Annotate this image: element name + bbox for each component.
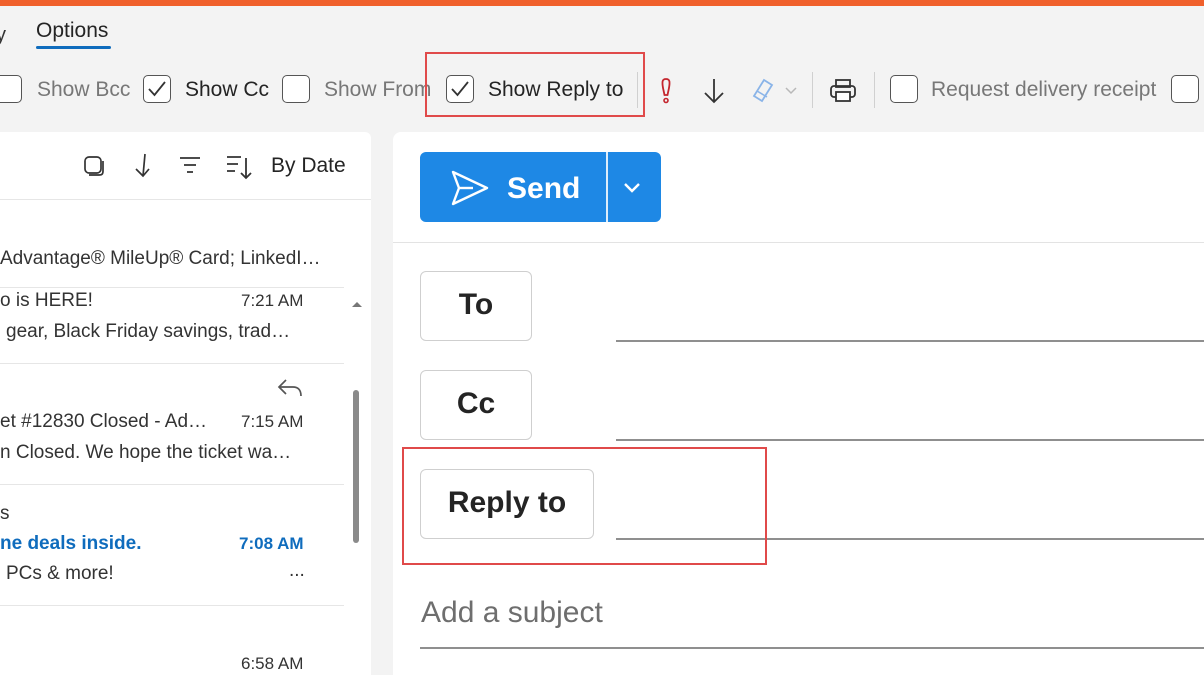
list-item-subject[interactable]: ne deals inside. — [0, 533, 142, 555]
checkmark-icon — [148, 81, 166, 97]
tab-options[interactable]: Options — [36, 19, 108, 43]
list-item-more: ... — [289, 560, 305, 581]
row-divider — [0, 484, 344, 485]
show-cc-label[interactable]: Show Cc — [185, 78, 269, 102]
show-bcc-label[interactable]: Show Bcc — [37, 78, 130, 102]
show-from-label[interactable]: Show From — [324, 78, 431, 102]
send-button-divider — [606, 152, 608, 222]
ribbon-separator — [812, 72, 813, 108]
low-importance-icon[interactable] — [702, 76, 726, 106]
show-from-checkbox[interactable] — [282, 75, 310, 103]
ribbon-separator — [637, 72, 638, 108]
filter-icon[interactable] — [179, 156, 201, 174]
scroll-up-icon[interactable] — [351, 300, 363, 308]
sensitivity-icon[interactable] — [748, 76, 800, 106]
show-cc-checkbox[interactable] — [143, 75, 171, 103]
list-item-time: 7:21 AM — [241, 291, 304, 310]
print-icon[interactable] — [829, 78, 857, 104]
cc-button[interactable]: Cc — [420, 370, 532, 440]
list-scrollbar-thumb[interactable] — [353, 390, 359, 543]
request-delivery-receipt-label[interactable]: Request delivery receipt — [931, 78, 1156, 102]
compose-header-divider — [393, 242, 1204, 243]
to-input-line[interactable] — [616, 340, 1204, 342]
sort-icon[interactable] — [226, 154, 252, 180]
list-item-time: 7:08 AM — [239, 534, 304, 553]
highlight-reply-to — [402, 447, 767, 565]
highlight-show-reply-to — [425, 52, 645, 117]
subject-input[interactable]: Add a subject — [421, 596, 603, 630]
show-bcc-checkbox[interactable] — [0, 75, 22, 103]
importance-icon[interactable] — [656, 76, 676, 106]
tab-partial[interactable]: y — [0, 24, 6, 47]
list-item-preview[interactable]: Advantage® MileUp® Card; LinkedI… — [0, 248, 321, 270]
row-divider — [0, 605, 344, 606]
row-divider — [0, 287, 344, 288]
list-item-sender[interactable]: s — [0, 503, 10, 525]
request-delivery-receipt-checkbox[interactable] — [890, 75, 918, 103]
list-item-subject[interactable]: et #12830 Closed - Ad… — [0, 411, 207, 433]
request-read-receipt-checkbox[interactable] — [1171, 75, 1199, 103]
sort-direction-icon[interactable] — [132, 152, 152, 180]
cc-input-line[interactable] — [616, 439, 1204, 441]
replied-icon — [277, 379, 302, 397]
send-icon — [451, 170, 489, 206]
send-label[interactable]: Send — [507, 172, 580, 206]
to-button[interactable]: To — [420, 271, 532, 341]
list-item-subject[interactable]: o is HERE! — [0, 290, 93, 312]
subject-input-line — [420, 647, 1204, 649]
list-item-preview[interactable]: gear, Black Friday savings, trad… — [6, 321, 290, 343]
message-list-toolbar: By Date — [0, 132, 371, 200]
list-item-time: 7:15 AM — [241, 412, 304, 431]
select-all-icon[interactable] — [82, 154, 106, 178]
list-item-time: 6:58 AM — [241, 654, 304, 673]
ribbon-tabs: y Options — [0, 6, 1204, 58]
ribbon-separator — [874, 72, 875, 108]
message-list-pane: By Date Advantage® MileUp® Card; LinkedI… — [0, 132, 371, 675]
list-item-preview[interactable]: n Closed. We hope the ticket wa… — [0, 442, 291, 464]
sort-by-label[interactable]: By Date — [271, 154, 346, 178]
row-divider — [0, 363, 344, 364]
list-item-preview[interactable]: PCs & more! — [6, 563, 114, 585]
chevron-down-icon[interactable] — [622, 182, 642, 194]
tab-active-indicator — [36, 46, 111, 49]
